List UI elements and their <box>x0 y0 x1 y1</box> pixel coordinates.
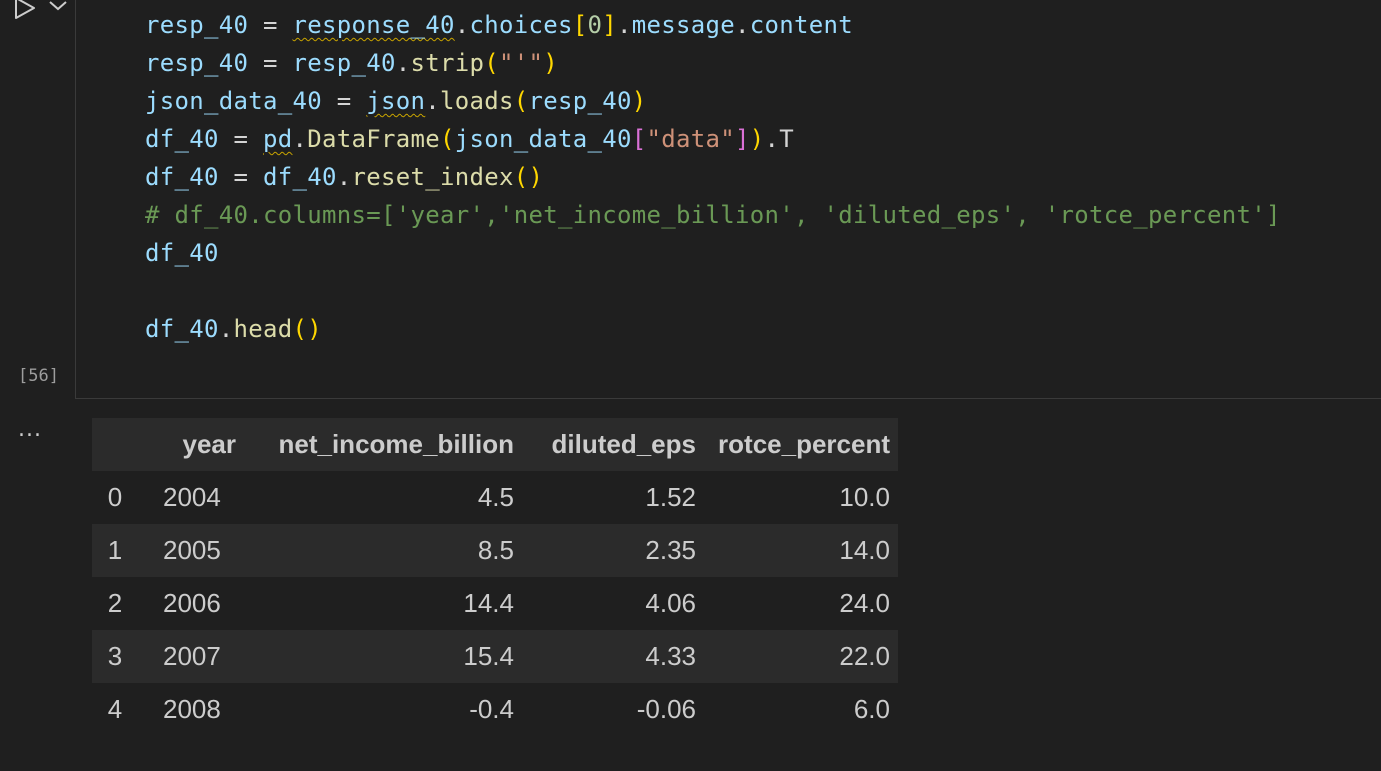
more-icon: ... <box>18 417 42 442</box>
cell-diluted-eps: -0.06 <box>636 694 696 724</box>
code-cell: [56] resp_40 = response_40.choices[0].me… <box>0 0 1381 399</box>
output-gutter: ... <box>0 400 75 771</box>
cell-diluted-eps: 4.06 <box>645 588 696 618</box>
cell-net-income-billion: 4.5 <box>477 482 514 512</box>
cell-year: 2008 <box>163 694 221 724</box>
cell-net-income-billion: 14.4 <box>463 588 514 618</box>
code-line-9: df_40.head() <box>145 315 322 343</box>
cell-year: 2006 <box>163 588 221 618</box>
cell-rotce-percent: 22.0 <box>839 641 890 671</box>
cell-rotce-percent: 6.0 <box>853 694 890 724</box>
cell-rotce-percent: 10.0 <box>839 482 890 512</box>
column-header-rotce-percent: rotce_percent <box>718 429 890 459</box>
row-index: 2 <box>107 588 123 618</box>
table-row: 1 2005 8.5 2.35 14.0 <box>92 524 898 577</box>
code-line-6: # df_40.columns=['year','net_income_bill… <box>145 201 1281 229</box>
table-row: 2 2006 14.4 4.06 24.0 <box>92 577 898 630</box>
code-line-3: json_data_40 = json.loads(resp_40) <box>145 87 647 115</box>
cell-year: 2007 <box>163 641 221 671</box>
cell-diluted-eps: 1.52 <box>645 482 696 512</box>
table-header-row: year net_income_billion diluted_eps rotc… <box>92 418 898 471</box>
column-header-index <box>92 418 138 471</box>
notebook-page: [56] resp_40 = response_40.choices[0].me… <box>0 0 1381 771</box>
code-line-1: resp_40 = response_40.choices[0].message… <box>145 11 853 39</box>
row-index: 0 <box>107 482 123 512</box>
cell-year: 2005 <box>163 535 221 565</box>
cell-diluted-eps: 4.33 <box>645 641 696 671</box>
cell-net-income-billion: 8.5 <box>477 535 514 565</box>
cell-diluted-eps: 2.35 <box>645 535 696 565</box>
play-icon <box>15 0 35 19</box>
row-index: 1 <box>107 535 123 565</box>
cell-rotce-percent: 24.0 <box>839 588 890 618</box>
code-line-7: df_40 <box>145 239 219 267</box>
cell-net-income-billion: 15.4 <box>463 641 514 671</box>
code-line-5: df_40 = df_40.reset_index() <box>145 163 544 191</box>
column-header-net-income-billion: net_income_billion <box>278 429 515 459</box>
dataframe-table: year net_income_billion diluted_eps rotc… <box>92 418 898 736</box>
cell-rotce-percent: 14.0 <box>839 535 890 565</box>
table-row: 4 2008 -0.4 -0.06 6.0 <box>92 683 898 736</box>
cell-year: 2004 <box>163 482 221 512</box>
column-header-diluted-eps: diluted_eps <box>551 429 696 459</box>
cell-gutter: [56] <box>0 0 75 399</box>
row-index: 3 <box>107 641 123 671</box>
chevron-down-icon <box>49 1 67 11</box>
column-header-year: year <box>182 429 237 459</box>
run-cell-button[interactable] <box>10 0 42 20</box>
code-line-2: resp_40 = resp_40.strip("'") <box>145 49 558 77</box>
code-editor[interactable]: resp_40 = response_40.choices[0].message… <box>75 0 1381 399</box>
row-index: 4 <box>107 694 123 724</box>
run-options-button[interactable] <box>46 0 70 18</box>
table-row: 0 2004 4.5 1.52 10.0 <box>92 471 898 524</box>
output-actions-button[interactable]: ... <box>18 417 42 442</box>
table-row: 3 2007 15.4 4.33 22.0 <box>92 630 898 683</box>
code-line-4: df_40 = pd.DataFrame(json_data_40["data"… <box>145 125 794 153</box>
execution-count: [56] <box>18 366 59 386</box>
cell-net-income-billion: -0.4 <box>469 694 514 724</box>
